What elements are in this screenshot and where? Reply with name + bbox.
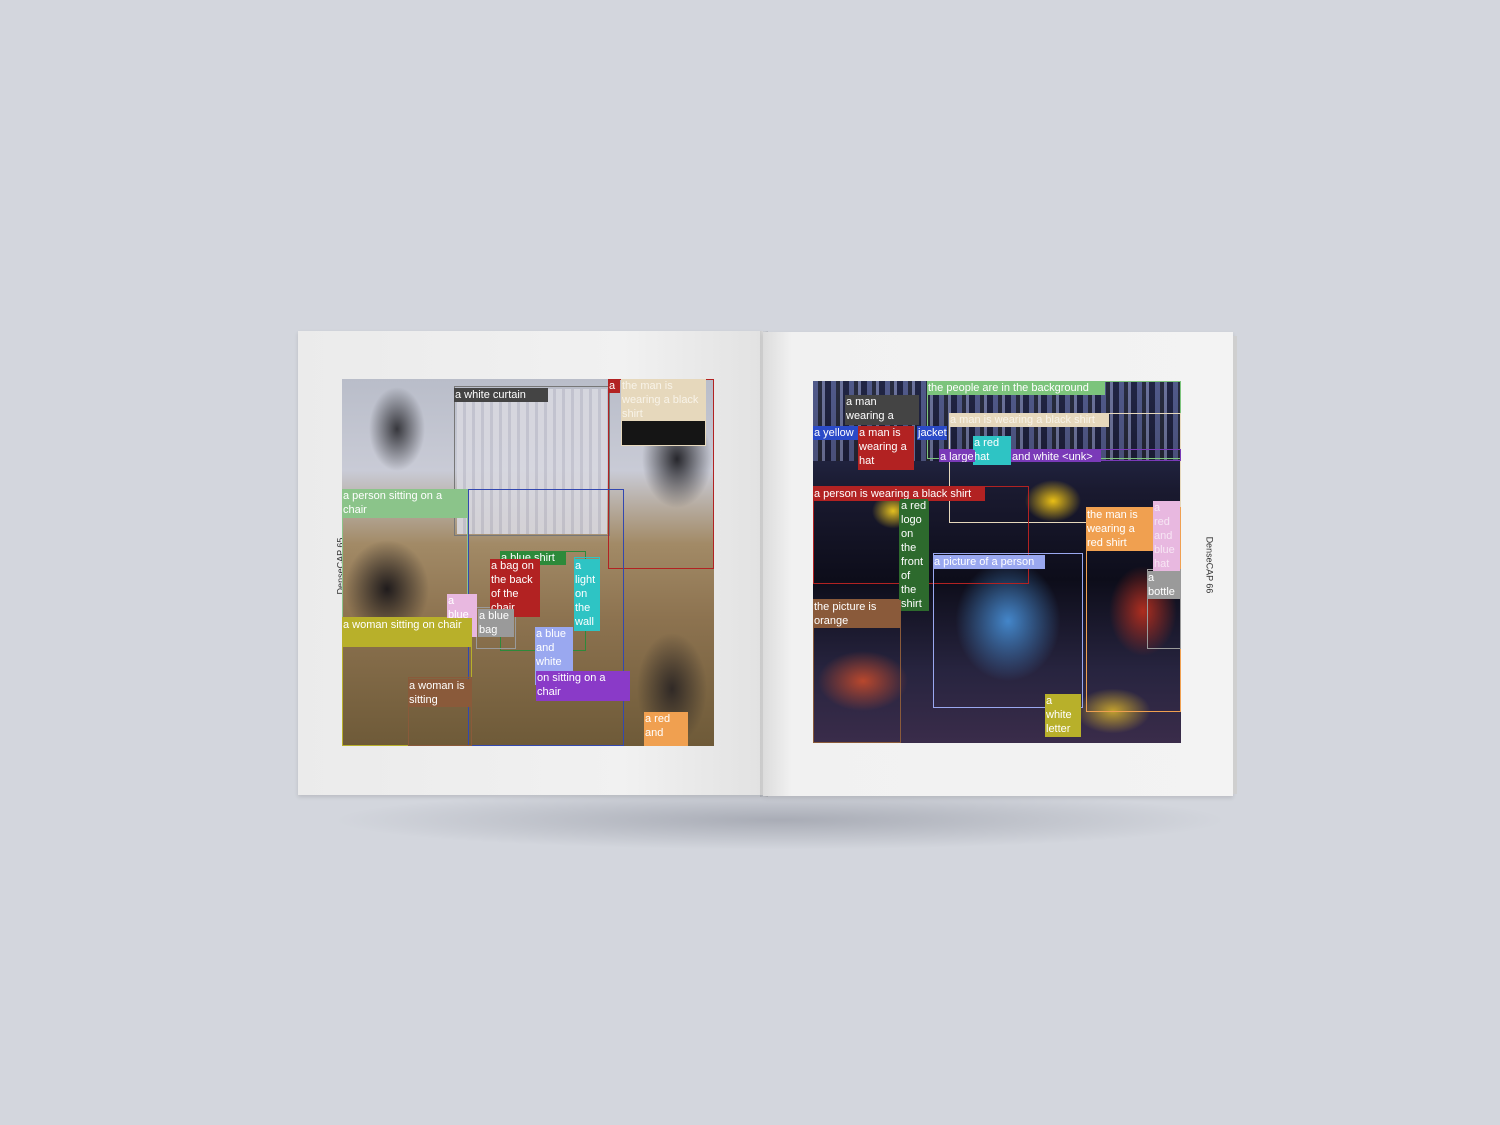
- caption-woman-sitting-chair: a woman sitting on chair: [342, 618, 472, 647]
- caption-person-black-shirt: a person is wearing a black shirt: [813, 487, 985, 501]
- caption-red-logo: a red logo on the front of the shirt: [900, 499, 928, 611]
- caption-person-chair: a person sitting on a chair: [342, 489, 468, 518]
- caption-and-white-unk: and white <unk>: [1011, 450, 1101, 462]
- caption-a: a: [608, 379, 620, 393]
- caption-light-wall: a light on the wall: [574, 559, 599, 631]
- caption-people-background: the people are in the background: [927, 381, 1105, 395]
- caption-picture-person: a picture of a person: [933, 555, 1045, 569]
- caption-man-red-shirt: the man is wearing a red shirt: [1086, 508, 1154, 551]
- caption-a-large: a large: [939, 450, 975, 462]
- caption-a-yellow: a yellow: [813, 426, 859, 440]
- caption-white-curtain: a white curtain: [454, 388, 548, 402]
- caption-woman-is-sitting: a woman is sitting: [408, 679, 472, 707]
- caption-man-black-shirt-r: a man is wearing a black shirt: [949, 413, 1109, 427]
- caption-bottle: a bottle: [1147, 571, 1181, 599]
- caption-red-hat: a red hat: [973, 436, 1011, 465]
- page-edge: [1233, 336, 1237, 794]
- left-photo: a white curtain a the man is wearing a b…: [342, 379, 714, 746]
- right-folio: DenseCAP 66: [1204, 536, 1215, 594]
- caption-jacket: jacket: [917, 426, 947, 440]
- caption-man-wearing-a: a man wearing a: [845, 395, 919, 425]
- book-shadow: [330, 790, 1230, 850]
- caption-on-sitting-chair: on sitting on a chair: [536, 671, 630, 701]
- caption-man-black-shirt: the man is wearing a black shirt: [621, 379, 706, 421]
- open-book: DenseCAP 65 a white curtain a the man is…: [298, 331, 1237, 797]
- left-page: DenseCAP 65 a white curtain a the man is…: [298, 331, 768, 797]
- caption-red-blue-hat: a red and blue hat: [1153, 501, 1180, 571]
- caption-black-fill: [622, 421, 705, 445]
- caption-picture-orange: the picture is orange: [813, 600, 901, 628]
- caption-blue-bag-grey: a blue bag: [478, 609, 514, 637]
- caption-man-wearing-hat: a man is wearing a hat: [858, 426, 914, 470]
- caption-red-and: a red and: [644, 712, 688, 746]
- right-photo: the people are in the background a man w…: [813, 381, 1181, 743]
- box-picture-person: [933, 553, 1083, 708]
- caption-white-letter: a white letter: [1045, 694, 1081, 737]
